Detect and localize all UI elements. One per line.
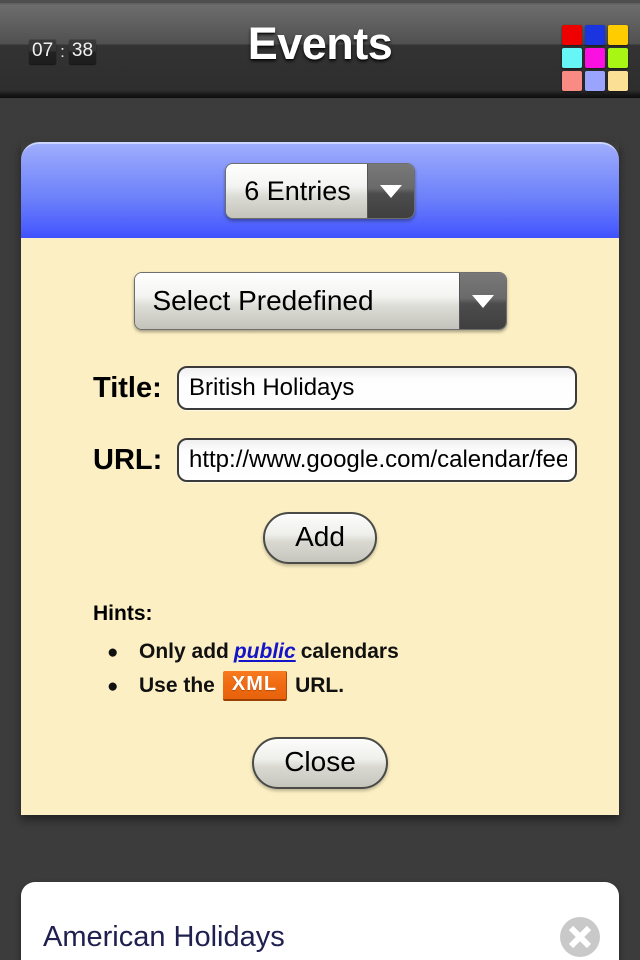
hint-item-public: ● Only add public calendars — [21, 640, 619, 664]
url-field-row: URL: — [21, 438, 619, 482]
palette-swatch-1[interactable] — [562, 25, 582, 45]
palette-swatch-2[interactable] — [585, 25, 605, 45]
card-header: 6 Entries — [21, 142, 619, 238]
url-field-label: URL: — [93, 443, 163, 476]
predefined-select-value: Select Predefined — [134, 273, 459, 329]
palette-swatch-8[interactable] — [585, 71, 605, 91]
hint-text-after: URL. — [295, 674, 345, 697]
url-input[interactable] — [177, 438, 577, 482]
hints-heading: Hints: — [93, 602, 153, 625]
public-link[interactable]: public — [234, 640, 296, 664]
chevron-down-icon — [458, 273, 506, 329]
bullet-icon: ● — [107, 641, 119, 663]
card-body: Select Predefined Title: URL: Add Hints: — [21, 238, 619, 815]
content-area: 6 Entries Select Predefined Title: Briti… — [0, 98, 640, 960]
page-title: Events — [247, 18, 393, 69]
title-field-label: Title: — [93, 371, 162, 404]
add-button[interactable]: Add — [263, 512, 377, 564]
hint-text-before: Only add — [139, 640, 229, 663]
color-grid-icon[interactable] — [562, 25, 628, 91]
hint-item-xml: ● Use the XML URL. — [21, 671, 619, 701]
list-item-title: American Holidays — [43, 920, 285, 953]
palette-swatch-4[interactable] — [562, 48, 582, 68]
bullet-icon: ● — [107, 675, 119, 697]
app-root: 07 : 38 Events 6 Entries Select Predefin… — [0, 0, 640, 960]
hint-text-before: Use the — [139, 674, 215, 697]
add-button-row: Add — [21, 512, 619, 564]
palette-swatch-3[interactable] — [608, 25, 628, 45]
close-button-row: Close — [21, 737, 619, 789]
palette-swatch-6[interactable] — [608, 48, 628, 68]
close-button[interactable]: Close — [252, 737, 388, 789]
add-calendar-card: 6 Entries Select Predefined Title: Briti… — [21, 142, 619, 815]
entries-select-value: 6 Entries — [226, 164, 367, 218]
palette-swatch-5[interactable] — [585, 48, 605, 68]
hints-list: ● Only add public calendars ● Use the XM… — [21, 640, 619, 701]
title-field-row: Title: — [21, 366, 619, 410]
entries-select[interactable]: 6 Entries — [225, 163, 415, 219]
close-circle-icon[interactable] — [559, 916, 601, 958]
predefined-select-row: Select Predefined — [21, 260, 619, 336]
hint-text-after: calendars — [300, 640, 399, 663]
list-item[interactable]: American Holidays — [21, 882, 619, 960]
title-input[interactable] — [177, 366, 577, 410]
chevron-down-icon — [366, 164, 414, 218]
title-bar: 07 : 38 Events — [0, 0, 640, 98]
xml-badge: XML — [222, 671, 288, 701]
palette-swatch-9[interactable] — [608, 71, 628, 91]
palette-swatch-7[interactable] — [562, 71, 582, 91]
predefined-select[interactable]: Select Predefined — [133, 272, 507, 330]
